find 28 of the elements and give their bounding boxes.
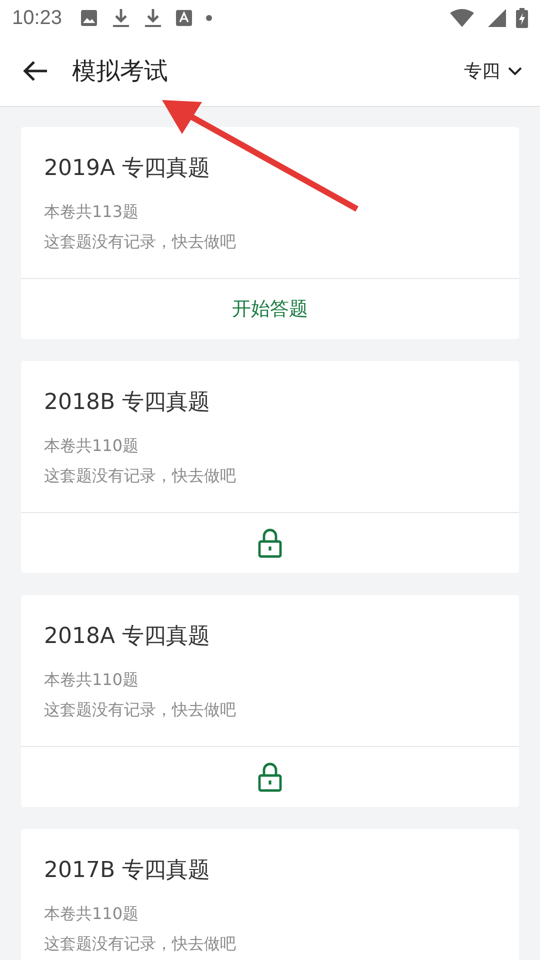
question-count: 本卷共110题 xyxy=(44,903,140,925)
question-count: 本卷共110题 xyxy=(44,669,140,691)
exam-title: 2019A 专四真题 xyxy=(44,155,212,183)
signal-icon xyxy=(488,9,506,27)
chevron-down-icon xyxy=(508,66,522,76)
question-count: 本卷共113题 xyxy=(44,201,140,223)
level-dropdown[interactable]: 专四 xyxy=(460,55,526,87)
record-note: 这套题没有记录，快去做吧 xyxy=(44,699,237,721)
wifi-icon xyxy=(450,9,474,27)
status-time: 10:23 xyxy=(12,6,62,30)
record-note: 这套题没有记录，快去做吧 xyxy=(44,933,237,955)
record-note: 这套题没有记录，快去做吧 xyxy=(44,231,237,253)
battery-icon xyxy=(516,8,528,28)
download-icon xyxy=(144,8,162,28)
exam-title: 2018B 专四真题 xyxy=(44,389,212,417)
back-arrow-icon[interactable] xyxy=(22,60,48,82)
lock-icon[interactable] xyxy=(258,762,282,792)
exam-title: 2017B 专四真题 xyxy=(44,857,212,885)
download-icon xyxy=(112,8,130,28)
exam-title: 2018A 专四真题 xyxy=(44,623,212,651)
question-count: 本卷共110题 xyxy=(44,435,140,457)
record-note: 这套题没有记录，快去做吧 xyxy=(44,465,237,487)
lock-icon[interactable] xyxy=(258,528,282,558)
image-icon xyxy=(80,9,98,27)
font-icon xyxy=(176,10,192,26)
page-title: 模拟考试 xyxy=(72,56,168,87)
start-button[interactable]: 开始答题 xyxy=(21,279,519,339)
dot-icon xyxy=(206,15,212,21)
